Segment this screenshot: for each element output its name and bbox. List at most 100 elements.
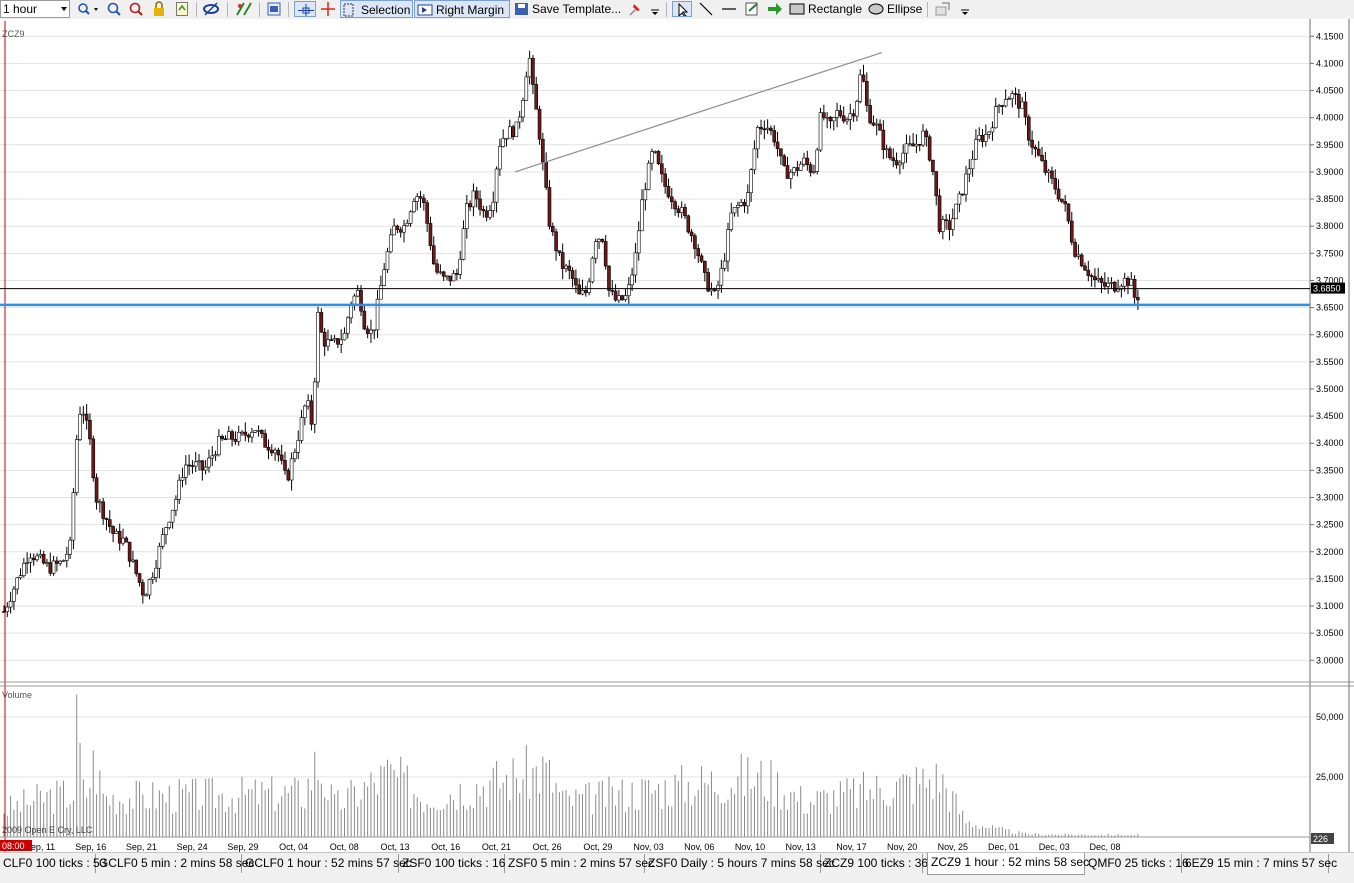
hide-drawings-icon[interactable] xyxy=(934,1,952,17)
indicators-icon[interactable] xyxy=(235,1,253,17)
candle-up xyxy=(193,461,198,467)
candle-down xyxy=(233,439,238,442)
candle-up xyxy=(765,127,770,130)
cross-icon[interactable] xyxy=(320,1,336,17)
chart-tab[interactable]: ZCZ9 100 ticks : 36 xyxy=(821,854,928,873)
candle-up xyxy=(898,162,902,166)
chart-tab[interactable]: GCLF0 1 hour : 52 mins 57 sec xyxy=(242,854,412,873)
selection-button[interactable]: Selection xyxy=(340,0,413,18)
candle-down xyxy=(574,278,578,286)
candle-down xyxy=(663,173,667,187)
candle-down xyxy=(822,112,826,118)
time-axis-label: Oct, 04 xyxy=(279,842,308,852)
link-icon[interactable] xyxy=(202,1,220,17)
candle-up xyxy=(914,143,919,147)
pointer-icon[interactable] xyxy=(672,1,692,17)
candle-down xyxy=(1000,105,1005,107)
candle-down xyxy=(418,196,423,199)
candle-down xyxy=(200,460,205,471)
candle-down xyxy=(775,141,780,150)
candle-down xyxy=(134,559,139,574)
candle-up xyxy=(256,430,261,432)
rectangle-tool-label[interactable]: Rectangle xyxy=(808,0,862,18)
candle-down xyxy=(570,270,575,279)
candle-up xyxy=(1106,282,1110,287)
candle-up xyxy=(273,449,277,454)
price-chart-area[interactable]: 4.1500 4.1000 4.0500 4.0000 3.9500 3.9000 3.85… xyxy=(0,19,1354,852)
pin-icon[interactable] xyxy=(627,1,643,17)
chart-tab[interactable]: CLF0 100 ticks : 53 xyxy=(0,854,106,873)
candle-up xyxy=(25,562,29,564)
price-tick-label: 3.6000 xyxy=(1316,330,1344,340)
candle-down xyxy=(541,138,545,163)
properties-icon[interactable] xyxy=(266,1,282,17)
chart-tab[interactable]: ZSF0 Daily : 5 hours 7 mins 58 sec xyxy=(645,854,835,873)
text-note-icon[interactable] xyxy=(744,1,760,17)
candle-up xyxy=(1116,288,1120,292)
candle-down xyxy=(55,560,59,564)
volume-tick-label: 25,000 xyxy=(1316,772,1344,782)
candle-down xyxy=(478,198,482,210)
candle-up xyxy=(289,458,294,481)
candle-up xyxy=(815,149,820,172)
time-axis-label: Sep, 21 xyxy=(126,842,157,852)
candle-down xyxy=(881,129,886,150)
candle-up xyxy=(527,58,532,78)
candle-down xyxy=(1050,170,1054,179)
toolbar-dropdown-icon[interactable] xyxy=(650,1,660,17)
chart-tab[interactable]: ZSF0 100 ticks : 16 xyxy=(399,854,505,873)
horizontal-line-icon[interactable] xyxy=(720,1,738,17)
drawing-dropdown-icon[interactable] xyxy=(960,1,970,17)
instrument-label: ZCZ9 xyxy=(2,29,25,39)
candle-up xyxy=(408,211,413,224)
candle-up xyxy=(504,137,509,140)
candle-down xyxy=(448,275,453,282)
candle-up xyxy=(326,339,330,347)
candle-down xyxy=(577,284,582,295)
candle-up xyxy=(8,601,13,608)
start-time-text: 08:00 xyxy=(2,841,25,851)
candle-down xyxy=(669,196,674,203)
zoom-menu-icon[interactable] xyxy=(76,1,100,17)
candle-down xyxy=(1079,254,1084,267)
crosshair-icon[interactable] xyxy=(294,1,316,17)
chart-tab[interactable]: QMF0 25 ticks : 16 xyxy=(1085,854,1189,873)
candle-down xyxy=(104,518,109,520)
chart-tab[interactable]: GCLF0 5 min : 2 mins 58 sec xyxy=(96,854,254,873)
time-axis-label: Sep, 16 xyxy=(75,842,106,852)
price-tick-label: 3.8000 xyxy=(1316,221,1344,231)
candle-up xyxy=(957,193,962,205)
zoom-out-icon[interactable] xyxy=(128,1,144,17)
candle-down xyxy=(560,252,565,269)
candle-up xyxy=(818,112,823,151)
chart-tab[interactable]: ZSF0 5 min : 2 mins 57 sec xyxy=(505,854,654,873)
line-tool-icon[interactable] xyxy=(698,1,714,17)
candle-down xyxy=(319,312,324,333)
candle-up xyxy=(1046,170,1051,173)
candle-up xyxy=(729,212,734,230)
candle-down xyxy=(660,163,664,175)
candle-up xyxy=(226,431,231,440)
zoom-in-icon[interactable] xyxy=(106,1,122,17)
candle-up xyxy=(514,121,519,138)
candle-down xyxy=(1056,188,1061,200)
candle-up xyxy=(788,172,793,179)
save-template-button[interactable]: Save Template... xyxy=(513,0,621,18)
candle-up xyxy=(722,260,727,269)
price-tick-label: 3.9000 xyxy=(1316,167,1344,177)
candle-down xyxy=(911,143,915,147)
lock-icon[interactable] xyxy=(152,1,166,17)
chart-tab[interactable]: ZCZ9 1 hour : 52 mins 58 sec xyxy=(927,853,1089,875)
export-icon[interactable] xyxy=(175,1,189,17)
candle-up xyxy=(970,158,975,170)
candle-up xyxy=(1109,281,1114,284)
chart-tab[interactable]: 6EZ9 15 min : 7 mins 57 sec xyxy=(1182,854,1337,873)
candle-down xyxy=(48,562,53,574)
candle-up xyxy=(81,413,86,416)
ellipse-tool-label[interactable]: Ellipse xyxy=(887,0,922,18)
arrow-tool-icon[interactable] xyxy=(766,1,784,17)
candle-down xyxy=(550,226,555,233)
interval-select[interactable]: 1 hour xyxy=(0,0,70,18)
candle-up xyxy=(967,168,972,175)
right-margin-button[interactable]: Right Margin xyxy=(414,0,510,18)
